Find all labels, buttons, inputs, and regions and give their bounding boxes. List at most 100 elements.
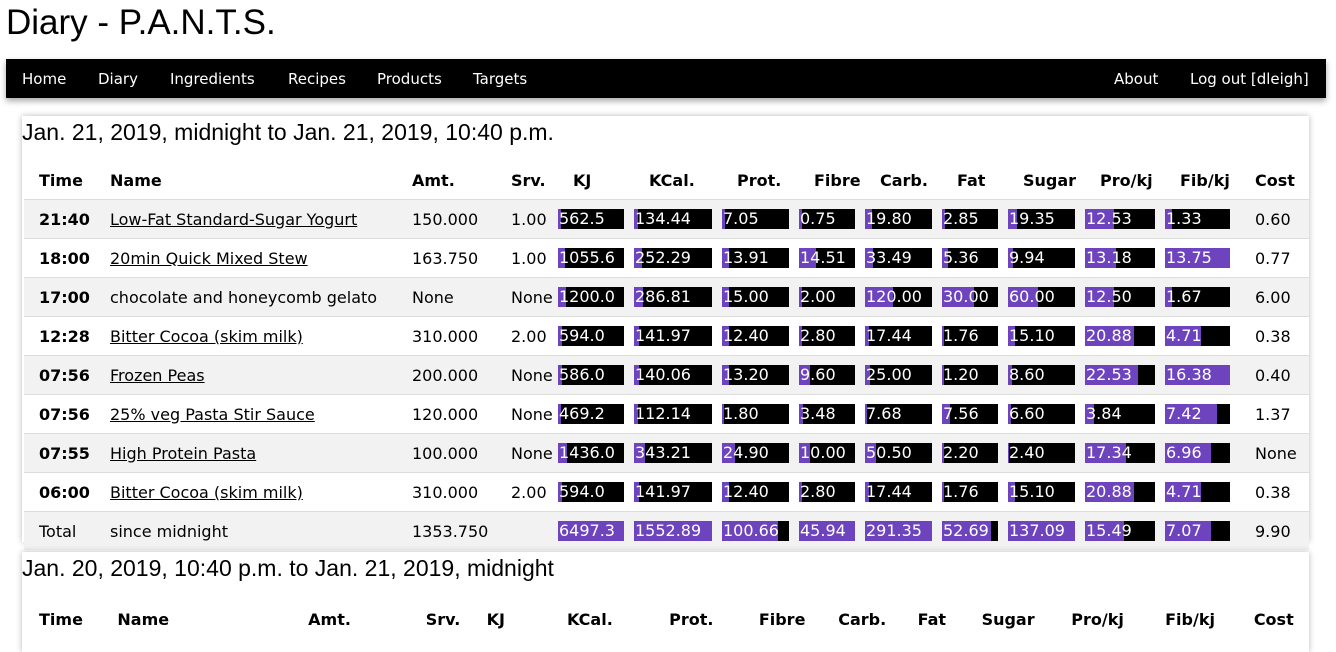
kj-cell: 586.0 <box>558 355 634 395</box>
time-cell: 07:55 <box>24 433 95 473</box>
prot-value: 15.00 <box>723 287 769 306</box>
fat-value: 2.20 <box>943 443 979 462</box>
servings-cell: 2.00 <box>496 316 558 356</box>
item-name-link[interactable]: High Protein Pasta <box>110 444 256 463</box>
sugar-value: 19.35 <box>1009 209 1055 228</box>
name-cell: 20min Quick Mixed Stew <box>95 238 397 278</box>
fib-kj-value: 7.42 <box>1166 404 1202 423</box>
prot-value: 12.40 <box>723 482 769 501</box>
site-title: Diary - P.A.N.T.S. <box>6 3 276 42</box>
fib-kj-bar: 4.71 <box>1165 482 1230 502</box>
prot-bar: 13.20 <box>722 365 789 385</box>
carb-value: 17.44 <box>866 482 912 501</box>
prot-cell: 15.00 <box>722 277 799 317</box>
prot-value: 100.66 <box>723 521 779 540</box>
nav-home-link[interactable]: Home <box>22 59 66 98</box>
servings-cell: None <box>496 394 558 434</box>
sugar-bar: 2.40 <box>1008 443 1075 463</box>
item-name-link[interactable]: 20min Quick Mixed Stew <box>110 249 308 268</box>
kcal-value: 112.14 <box>635 404 691 423</box>
nav-about-link[interactable]: About <box>1114 59 1158 98</box>
diary-period-card-2: Jan. 20, 2019, 10:40 p.m. to Jan. 21, 20… <box>22 552 1309 652</box>
kcal-cell: 141.97 <box>634 472 722 512</box>
carb-value: 7.68 <box>866 404 902 423</box>
cost-cell: 9.90 <box>1240 511 1309 550</box>
carb-value: 25.00 <box>866 365 912 384</box>
prot-cell: 24.90 <box>722 433 799 473</box>
servings-cell: 1.00 <box>496 238 558 278</box>
table-row: 07:56 25% veg Pasta Stir Sauce 120.000 None… <box>24 394 1309 434</box>
diary-table: Time Name Amt. Srv. KJ KCal. Prot. Fibre Carb. Fa… <box>24 162 1309 550</box>
item-name-link[interactable]: 25% veg Pasta Stir Sauce <box>110 405 315 424</box>
fat-bar: 5.36 <box>942 248 998 268</box>
sugar-cell: 15.10 <box>1008 472 1085 512</box>
nav-recipes-link[interactable]: Recipes <box>288 59 346 98</box>
kj-cell: 594.0 <box>558 472 634 512</box>
item-name-link[interactable]: Low-Fat Standard-Sugar Yogurt <box>110 210 357 229</box>
prot-value: 24.90 <box>723 443 769 462</box>
name-cell: 25% veg Pasta Stir Sauce <box>95 394 397 434</box>
fibre-cell: 14.51 <box>799 238 865 278</box>
column-header-pro-kj: Pro/kj <box>1100 171 1153 190</box>
item-name-link[interactable]: Frozen Peas <box>110 366 205 385</box>
prot-bar: 100.66 <box>722 521 789 541</box>
sugar-value: 15.10 <box>1009 482 1055 501</box>
kcal-bar: 141.97 <box>634 482 712 502</box>
fat-value: 2.85 <box>943 209 979 228</box>
time-cell: 07:56 <box>24 394 95 434</box>
kcal-cell: 286.81 <box>634 277 722 317</box>
carb-bar: 7.68 <box>865 404 932 424</box>
kcal-value: 141.97 <box>635 482 691 501</box>
fat-cell: 1.76 <box>942 316 1008 356</box>
pro-kj-value: 15.49 <box>1086 521 1132 540</box>
name-cell: Bitter Cocoa (skim milk) <box>95 472 397 512</box>
nav-ingredients-link[interactable]: Ingredients <box>170 59 255 98</box>
nav-products-link[interactable]: Products <box>377 59 442 98</box>
kj-cell: 594.0 <box>558 316 634 356</box>
time-cell: 12:28 <box>24 316 95 356</box>
pro-kj-value: 13.18 <box>1086 248 1132 267</box>
carb-cell: 120.00 <box>865 277 942 317</box>
kj-value: 1200.0 <box>559 287 615 306</box>
item-name-link[interactable]: Bitter Cocoa (skim milk) <box>110 483 303 502</box>
nav-logout-link[interactable]: Log out [dleigh] <box>1190 59 1309 98</box>
kj-cell: 562.5 <box>558 199 634 239</box>
fat-bar: 2.85 <box>942 209 998 229</box>
carb-cell: 33.49 <box>865 238 942 278</box>
fat-cell: 2.85 <box>942 199 1008 239</box>
fibre-value: 2.00 <box>800 287 836 306</box>
nav-diary-link[interactable]: Diary <box>98 59 138 98</box>
carb-cell: 50.50 <box>865 433 942 473</box>
name-cell: High Protein Pasta <box>95 433 397 473</box>
carb-bar: 120.00 <box>865 287 932 307</box>
amount-cell: 163.750 <box>397 238 496 278</box>
fib-kj-bar: 7.07 <box>1165 521 1230 541</box>
sugar-bar: 60.00 <box>1008 287 1075 307</box>
fat-value: 1.76 <box>943 482 979 501</box>
pro-kj-bar: 15.49 <box>1085 521 1155 541</box>
fat-value: 5.36 <box>943 248 979 267</box>
column-header-kj: KJ <box>573 171 592 190</box>
pro-kj-bar: 17.34 <box>1085 443 1155 463</box>
kcal-value: 134.44 <box>635 209 691 228</box>
table-header-row-2: Time Name Amt. Srv. KJ KCal. Prot. Fibre Carb. Fa… <box>24 600 1309 638</box>
fat-cell: 5.36 <box>942 238 1008 278</box>
kcal-cell: 134.44 <box>634 199 722 239</box>
fib-kj-value: 7.07 <box>1166 521 1202 540</box>
amount-cell: 200.000 <box>397 355 496 395</box>
fib-kj-bar: 7.42 <box>1165 404 1230 424</box>
fib-kj-cell: 16.38 <box>1165 355 1240 395</box>
fat-value: 1.76 <box>943 326 979 345</box>
item-name-link[interactable]: Bitter Cocoa (skim milk) <box>110 327 303 346</box>
fib-kj-cell: 13.75 <box>1165 238 1240 278</box>
sugar-bar: 137.09 <box>1008 521 1075 541</box>
nav-targets-link[interactable]: Targets <box>473 59 527 98</box>
sugar-value: 9.94 <box>1009 248 1045 267</box>
fat-cell: 30.00 <box>942 277 1008 317</box>
column-header-carb: Carb. <box>838 609 887 629</box>
kj-bar: 594.0 <box>558 326 624 346</box>
kj-value: 562.5 <box>559 209 605 228</box>
kj-cell: 1055.6 <box>558 238 634 278</box>
table-row: 07:56 Frozen Peas 200.000 None 586.0 140.06 13… <box>24 355 1309 395</box>
column-header-fibre: Fibre <box>758 609 806 629</box>
